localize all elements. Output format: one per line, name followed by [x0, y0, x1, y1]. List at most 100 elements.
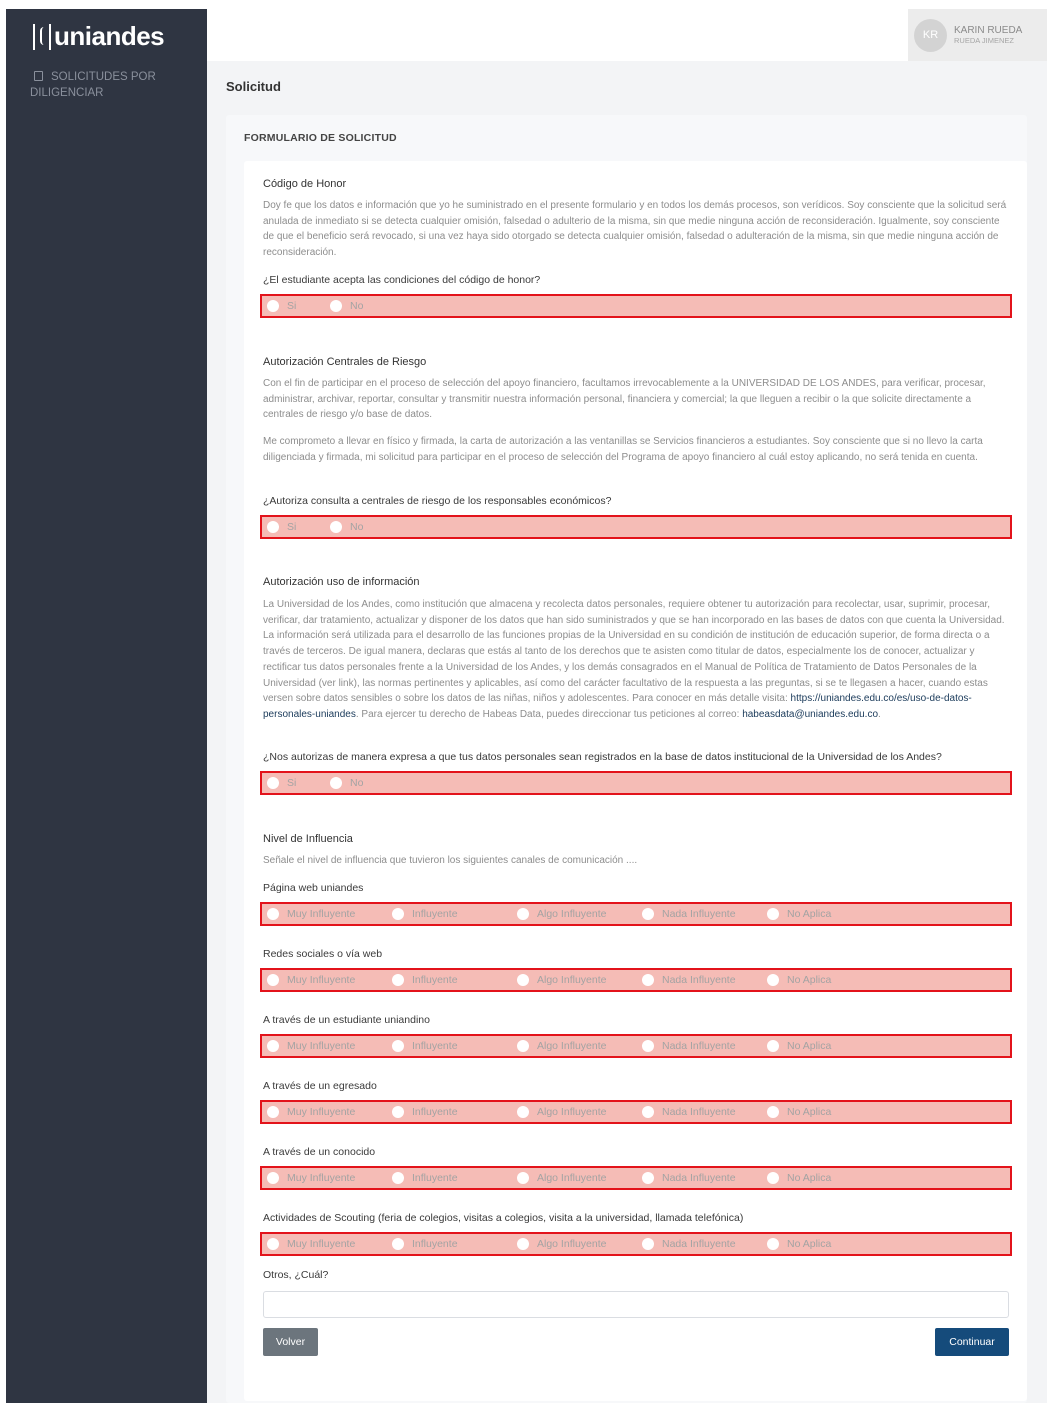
risk-text-2: Me comprometo a llevar en físico y firma…	[263, 436, 983, 463]
back-button[interactable]: Volver	[263, 1328, 318, 1356]
form-card: Código de Honor Doy fe que los datos e i…	[244, 161, 1027, 1401]
user-name: KARIN RUEDA	[954, 25, 1023, 36]
radio-option[interactable]: No Aplica	[767, 1040, 847, 1052]
radio-circle[interactable]	[642, 908, 654, 920]
radio-option[interactable]: Algo Influyente	[517, 1106, 642, 1118]
radio-option[interactable]: Nada Influyente	[642, 1172, 767, 1184]
radio-circle[interactable]	[330, 521, 342, 533]
radio-option[interactable]: Nada Influyente	[642, 1238, 767, 1250]
radio-circle[interactable]	[767, 1040, 779, 1052]
top-bar: KR KARIN RUEDA RUEDA JIMENEZ	[207, 9, 1047, 61]
radio-no[interactable]: No	[330, 300, 363, 312]
radio-circle[interactable]	[392, 1106, 404, 1118]
radio-circle[interactable]	[767, 1238, 779, 1250]
radio-option[interactable]: Influyente	[392, 1238, 517, 1250]
other-input[interactable]	[263, 1291, 1009, 1318]
form-title: FORMULARIO DE SOLICITUD	[244, 132, 397, 144]
radio-circle[interactable]	[642, 1040, 654, 1052]
radio-option[interactable]: No Aplica	[767, 1238, 847, 1250]
form-panel: FORMULARIO DE SOLICITUD Código de Honor …	[226, 115, 1027, 1403]
channel-label: A través de un egresado	[263, 1080, 377, 1092]
main-content: Solicitud FORMULARIO DE SOLICITUD Código…	[207, 61, 1047, 1403]
clipboard-icon	[34, 71, 43, 81]
radio-circle[interactable]	[267, 521, 279, 533]
radio-circle[interactable]	[267, 1040, 279, 1052]
radio-option[interactable]: Muy Influyente	[267, 1172, 392, 1184]
radio-option[interactable]: No Aplica	[767, 974, 847, 986]
radio-circle[interactable]	[517, 1040, 529, 1052]
channel-label: A través de un conocido	[263, 1146, 376, 1158]
risk-text-1: Con el fin de participar en el proceso d…	[263, 378, 986, 421]
radio-option[interactable]: Algo Influyente	[517, 1040, 642, 1052]
radio-option[interactable]: Muy Influyente	[267, 908, 392, 920]
radio-circle[interactable]	[392, 1172, 404, 1184]
radio-option[interactable]: Muy Influyente	[267, 974, 392, 986]
radio-circle[interactable]	[267, 974, 279, 986]
radio-option[interactable]: Influyente	[392, 1106, 517, 1118]
radio-circle[interactable]	[392, 974, 404, 986]
radio-circle[interactable]	[392, 908, 404, 920]
radio-option[interactable]: Influyente	[392, 974, 517, 986]
info-text: La Universidad de los Andes, como instit…	[263, 599, 1005, 720]
radio-circle[interactable]	[767, 908, 779, 920]
radio-option[interactable]: Algo Influyente	[517, 908, 642, 920]
radio-option[interactable]: Algo Influyente	[517, 1172, 642, 1184]
radio-circle[interactable]	[517, 1106, 529, 1118]
radio-circle[interactable]	[267, 1106, 279, 1118]
radio-option[interactable]: No Aplica	[767, 908, 847, 920]
radio-option[interactable]: Influyente	[392, 908, 517, 920]
radio-circle[interactable]	[517, 908, 529, 920]
habeas-data-email-link[interactable]: habeasdata@uniandes.edu.co	[742, 709, 878, 720]
radio-option[interactable]: Muy Influyente	[267, 1106, 392, 1118]
influence-radio-group: Muy Influyente Influyente Algo Influyente N…	[260, 902, 1012, 926]
radio-option[interactable]: Nada Influyente	[642, 908, 767, 920]
radio-circle[interactable]	[767, 1106, 779, 1118]
channel-label: A través de un estudiante uniandino	[263, 1014, 430, 1026]
radio-option[interactable]: Muy Influyente	[267, 1238, 392, 1250]
radio-circle[interactable]	[267, 1172, 279, 1184]
radio-circle[interactable]	[392, 1040, 404, 1052]
radio-circle[interactable]	[517, 1238, 529, 1250]
radio-option[interactable]: Nada Influyente	[642, 1040, 767, 1052]
influence-subtitle: Señale el nivel de influencia que tuvier…	[263, 855, 638, 866]
radio-circle[interactable]	[767, 1172, 779, 1184]
radio-circle[interactable]	[267, 908, 279, 920]
info-radio-group: Si No	[260, 771, 1012, 795]
radio-circle[interactable]	[767, 974, 779, 986]
radio-circle[interactable]	[642, 1238, 654, 1250]
radio-circle[interactable]	[642, 1172, 654, 1184]
radio-yes[interactable]: Si	[267, 521, 330, 533]
radio-option[interactable]: Influyente	[392, 1172, 517, 1184]
radio-option[interactable]: Nada Influyente	[642, 1106, 767, 1118]
radio-circle[interactable]	[267, 300, 279, 312]
radio-circle[interactable]	[267, 1238, 279, 1250]
radio-circle[interactable]	[330, 300, 342, 312]
radio-yes[interactable]: Si	[267, 300, 330, 312]
radio-circle[interactable]	[642, 1106, 654, 1118]
radio-yes[interactable]: Si	[267, 777, 330, 789]
radio-option[interactable]: No Aplica	[767, 1106, 847, 1118]
user-menu[interactable]: KR KARIN RUEDA RUEDA JIMENEZ	[908, 9, 1047, 61]
sidebar: uniandes SOLICITUDES POR DILIGENCIAR	[6, 9, 207, 1403]
radio-no[interactable]: No	[330, 777, 363, 789]
radio-circle[interactable]	[392, 1238, 404, 1250]
radio-circle[interactable]	[267, 777, 279, 789]
radio-option[interactable]: Muy Influyente	[267, 1040, 392, 1052]
risk-heading: Autorización Centrales de Riesgo	[263, 356, 427, 368]
radio-option[interactable]: Influyente	[392, 1040, 517, 1052]
radio-circle[interactable]	[517, 974, 529, 986]
uniandes-logo[interactable]: uniandes	[33, 21, 165, 52]
radio-no[interactable]: No	[330, 521, 363, 533]
radio-circle[interactable]	[517, 1172, 529, 1184]
sidebar-item-label: SOLICITUDES POR DILIGENCIAR	[30, 71, 156, 99]
radio-option[interactable]: Algo Influyente	[517, 974, 642, 986]
continue-button[interactable]: Continuar	[935, 1328, 1009, 1356]
radio-option[interactable]: Algo Influyente	[517, 1238, 642, 1250]
radio-circle[interactable]	[642, 974, 654, 986]
sidebar-item-solicitudes[interactable]: SOLICITUDES POR DILIGENCIAR	[30, 69, 190, 101]
channel-label: Redes sociales o vía web	[263, 948, 383, 960]
radio-option[interactable]: Nada Influyente	[642, 974, 767, 986]
radio-circle[interactable]	[330, 777, 342, 789]
radio-option[interactable]: No Aplica	[767, 1172, 847, 1184]
channel-label: Página web uniandes	[263, 882, 364, 894]
